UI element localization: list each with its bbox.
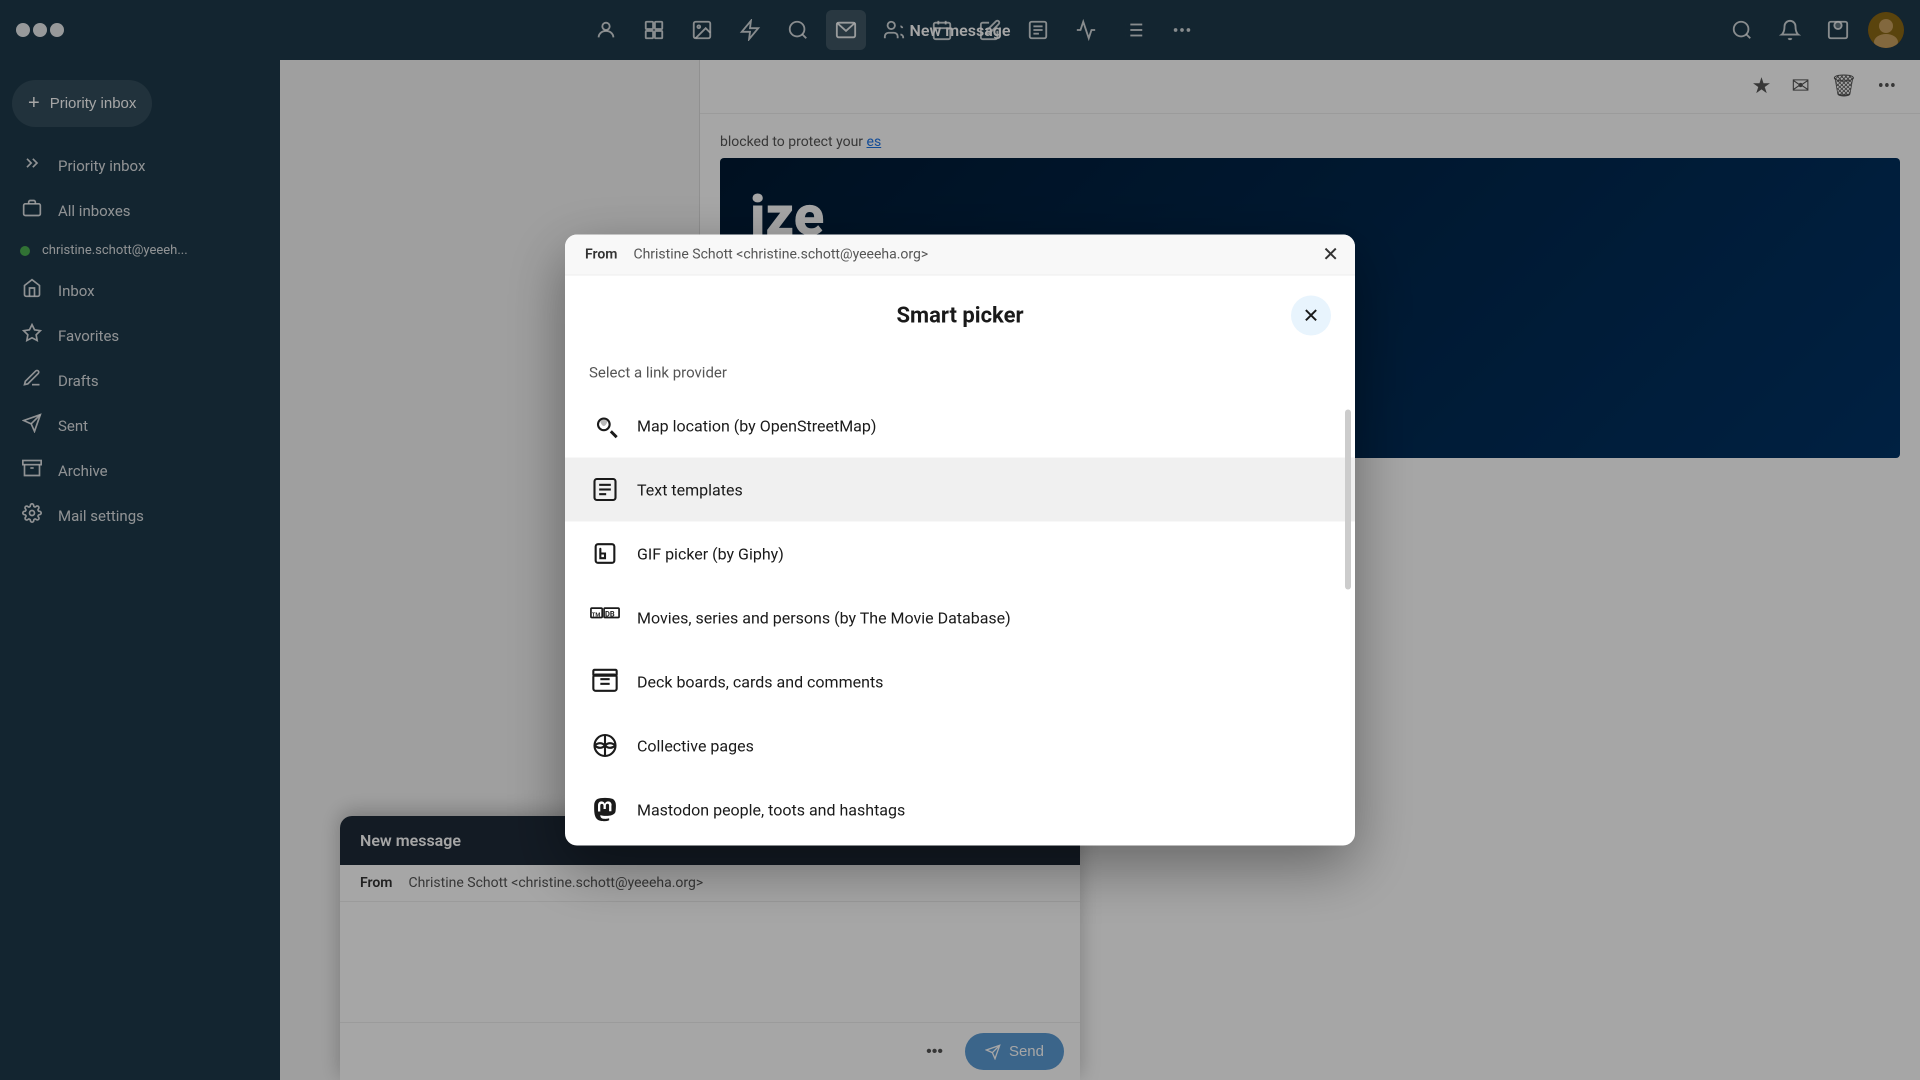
modal-subtitle: Select a link provider [565,352,1355,390]
list-item-deck-boards[interactable]: Deck boards, cards and comments [565,650,1355,714]
list-item-map-location[interactable]: Map location (by OpenStreetMap) [565,394,1355,458]
modal-close-button[interactable]: ✕ [1291,296,1331,336]
gif-picker-icon [589,538,621,570]
svg-text:DB: DB [605,610,615,619]
mastodon-label: Mastodon people, toots and hashtags [637,800,905,819]
map-location-icon [589,410,621,442]
modal-title: Smart picker [629,303,1291,328]
modal-header: Smart picker ✕ [565,276,1355,352]
list-item-collective-pages[interactable]: Collective pages [565,714,1355,778]
text-templates-icon [589,474,621,506]
list-item-text-templates[interactable]: Text templates [565,458,1355,522]
smart-picker-modal: From Christine Schott <christine.schott@… [565,235,1355,846]
modal-from-bar: From Christine Schott <christine.schott@… [565,235,1355,276]
gif-picker-label: GIF picker (by Giphy) [637,544,784,563]
modal-list: Map location (by OpenStreetMap) Text tem… [565,390,1355,846]
list-item-mastodon[interactable]: Mastodon people, toots and hashtags [565,778,1355,842]
collective-pages-label: Collective pages [637,736,754,755]
deck-boards-label: Deck boards, cards and comments [637,672,883,691]
svg-text:TM: TM [592,613,600,619]
text-templates-label: Text templates [637,480,743,499]
movies-icon: TM DB [589,602,621,634]
deck-boards-icon [589,666,621,698]
mastodon-icon [589,794,621,826]
modal-from-email: Christine Schott <christine.schott@yeeeh… [633,247,928,263]
outer-close-button[interactable]: ✕ [1322,242,1339,267]
list-item-movies[interactable]: TM DB Movies, series and persons (by The… [565,586,1355,650]
modal-scrollbar[interactable] [1345,410,1351,590]
map-location-label: Map location (by OpenStreetMap) [637,416,876,435]
collective-pages-icon [589,730,621,762]
list-item-gif-picker[interactable]: GIF picker (by Giphy) [565,522,1355,586]
modal-from-label: From [585,247,617,263]
movies-label: Movies, series and persons (by The Movie… [637,608,1011,627]
